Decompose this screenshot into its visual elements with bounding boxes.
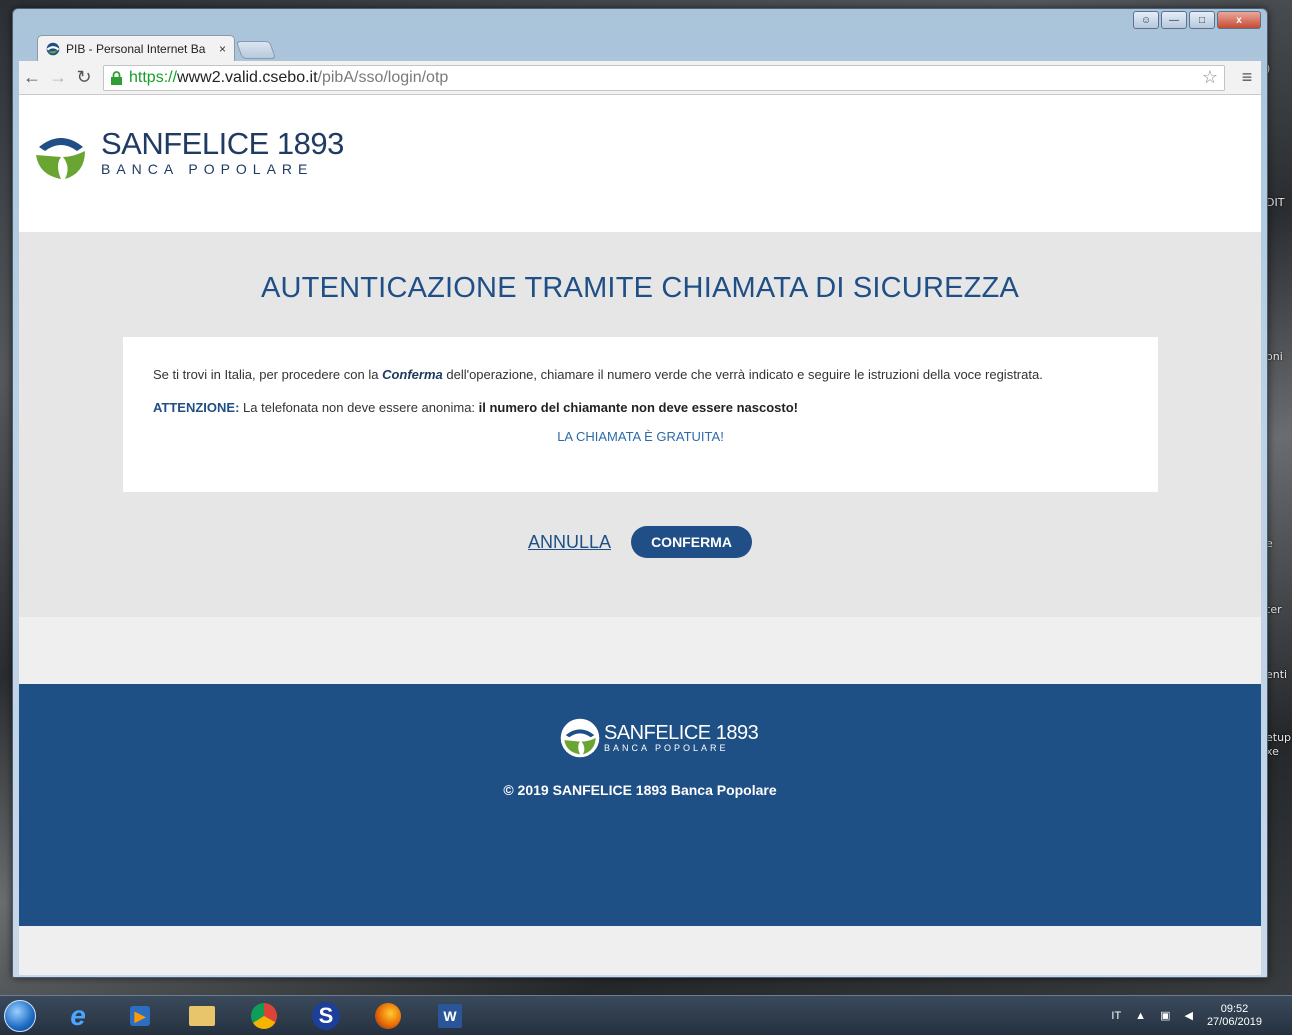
sanfelice-favicon-icon [46, 42, 60, 55]
page-title: AUTENTICAZIONE TRAMITE CHIAMATA DI SICUR… [260, 272, 1019, 304]
media-player-icon[interactable]: ▶ [116, 998, 164, 1034]
bookmark-star-icon[interactable]: ☆ [1202, 67, 1218, 88]
internet-explorer-icon[interactable]: e [54, 998, 102, 1034]
clock-time: 09:52 [1220, 1002, 1249, 1015]
site-header: SANFELICE 1893 BANCA POPOLARE [19, 95, 1261, 232]
warning-text: ATTENZIONE: La telefonata non deve esser… [153, 400, 1128, 415]
chrome-menu-icon[interactable]: ≡ [1233, 67, 1261, 88]
word-icon[interactable]: W [426, 998, 474, 1034]
network-icon[interactable]: ▣ [1160, 1009, 1170, 1022]
desktop-label-7: etup [1266, 731, 1292, 744]
auth-section: AUTENTICAZIONE TRAMITE CHIAMATA DI SICUR… [19, 232, 1261, 617]
warning-body: La telefonata non deve essere anonima: [239, 400, 479, 415]
url-scheme: https:// [129, 68, 178, 86]
spacer-band [19, 617, 1261, 684]
address-bar[interactable]: https://www2.valid.csebo.it/pibA/sso/log… [103, 64, 1225, 91]
new-tab-button[interactable] [235, 41, 277, 59]
action-buttons: ANNULLA CONFERMA [19, 526, 1261, 558]
firefox-icon[interactable] [364, 998, 412, 1034]
instructions-text: Se ti trovi in Italia, per procedere con… [153, 367, 1128, 382]
clock-date: 27/06/2019 [1206, 1015, 1262, 1028]
site-footer: SANFELICE 1893 BANCA POPOLARE © 2019 SAN… [19, 684, 1261, 926]
brand-subtitle: BANCA POPOLARE [101, 161, 314, 177]
language-indicator[interactable]: IT [1111, 1010, 1121, 1022]
confirm-button[interactable]: CONFERMA [631, 526, 752, 558]
browser-window: ☺ — □ x PIB - Personal Internet Ba × ← →… [12, 8, 1268, 978]
url-path: /pibA/sso/login/otp [317, 68, 449, 86]
browser-tab[interactable]: PIB - Personal Internet Ba × [37, 35, 235, 61]
volume-icon[interactable]: ◀ [1184, 1009, 1192, 1022]
reload-icon[interactable]: ↻ [71, 65, 97, 91]
lock-icon [111, 70, 122, 85]
file-explorer-icon[interactable] [178, 998, 226, 1034]
footer-brand-name: SANFELICE [604, 722, 711, 744]
instructions-pre: Se ti trovi in Italia, per procedere con… [153, 367, 383, 382]
browser-toolbar: ← → ↻ https://www2.valid.csebo.it/pibA/s… [19, 61, 1261, 95]
instructions-confirm-word: Conferma [382, 367, 443, 382]
forward-icon[interactable]: → [45, 65, 71, 91]
minimize-button[interactable]: — [1161, 11, 1187, 29]
footer-brand-year: 1893 [715, 722, 759, 744]
brand-year: 1893 [276, 126, 344, 161]
clock[interactable]: 09:52 27/06/2019 [1207, 1003, 1262, 1029]
copyright-text: © 2019 SANFELICE 1893 Banca Popolare [503, 782, 777, 798]
system-tray: IT ▲ ▣ ◀ 09:52 27/06/2019 [1111, 1003, 1292, 1029]
footer-brand-subtitle: BANCA POPOLARE [604, 743, 729, 753]
warning-label: ATTENZIONE: [153, 400, 240, 415]
back-icon[interactable]: ← [19, 65, 45, 91]
instructions-post: dell'operazione, chiamare il numero verd… [442, 367, 1043, 382]
tab-close-icon[interactable]: × [219, 42, 226, 56]
user-icon[interactable]: ☺ [1133, 11, 1159, 29]
footer-logo-mark-icon [560, 718, 600, 758]
sanfelice-logo[interactable]: SANFELICE 1893 BANCA POPOLARE [33, 125, 344, 181]
desktop-label-3: oni [1266, 350, 1283, 363]
chrome-icon[interactable] [240, 998, 288, 1034]
s-app-icon[interactable]: S [302, 998, 350, 1034]
cancel-button[interactable]: ANNULLA [528, 532, 611, 553]
desktop-label-6: enti [1266, 668, 1288, 681]
sanfelice-logo-mark-icon [36, 138, 85, 179]
warning-strong: il numero del chiamante non deve essere … [478, 400, 798, 415]
url-host: www2.valid.csebo.it [177, 68, 318, 86]
free-call-notice: LA CHIAMATA È GRATUITA! [557, 429, 724, 444]
desktop-label-5: ter [1266, 603, 1282, 616]
windows-orb-icon [4, 999, 36, 1032]
maximize-button[interactable]: □ [1189, 11, 1215, 29]
start-button[interactable] [0, 997, 40, 1035]
footer-logo[interactable]: SANFELICE 1893 BANCA POPOLARE [560, 718, 759, 758]
tab-title: PIB - Personal Internet Ba [66, 41, 206, 56]
brand-name: SANFELICE [101, 126, 269, 161]
info-box: Se ti trovi in Italia, per procedere con… [123, 337, 1158, 492]
close-window-button[interactable]: x [1217, 11, 1261, 29]
desktop-label-2: DIT [1266, 196, 1285, 209]
taskbar: e ▶ S W IT ▲ ▣ ◀ 09:52 27/06/2019 [0, 995, 1292, 1035]
window-controls: ☺ — □ x [1133, 11, 1261, 29]
tray-expand-icon[interactable]: ▲ [1135, 1010, 1146, 1022]
page-viewport: SANFELICE 1893 BANCA POPOLARE AUTENTICAZ… [19, 95, 1261, 975]
